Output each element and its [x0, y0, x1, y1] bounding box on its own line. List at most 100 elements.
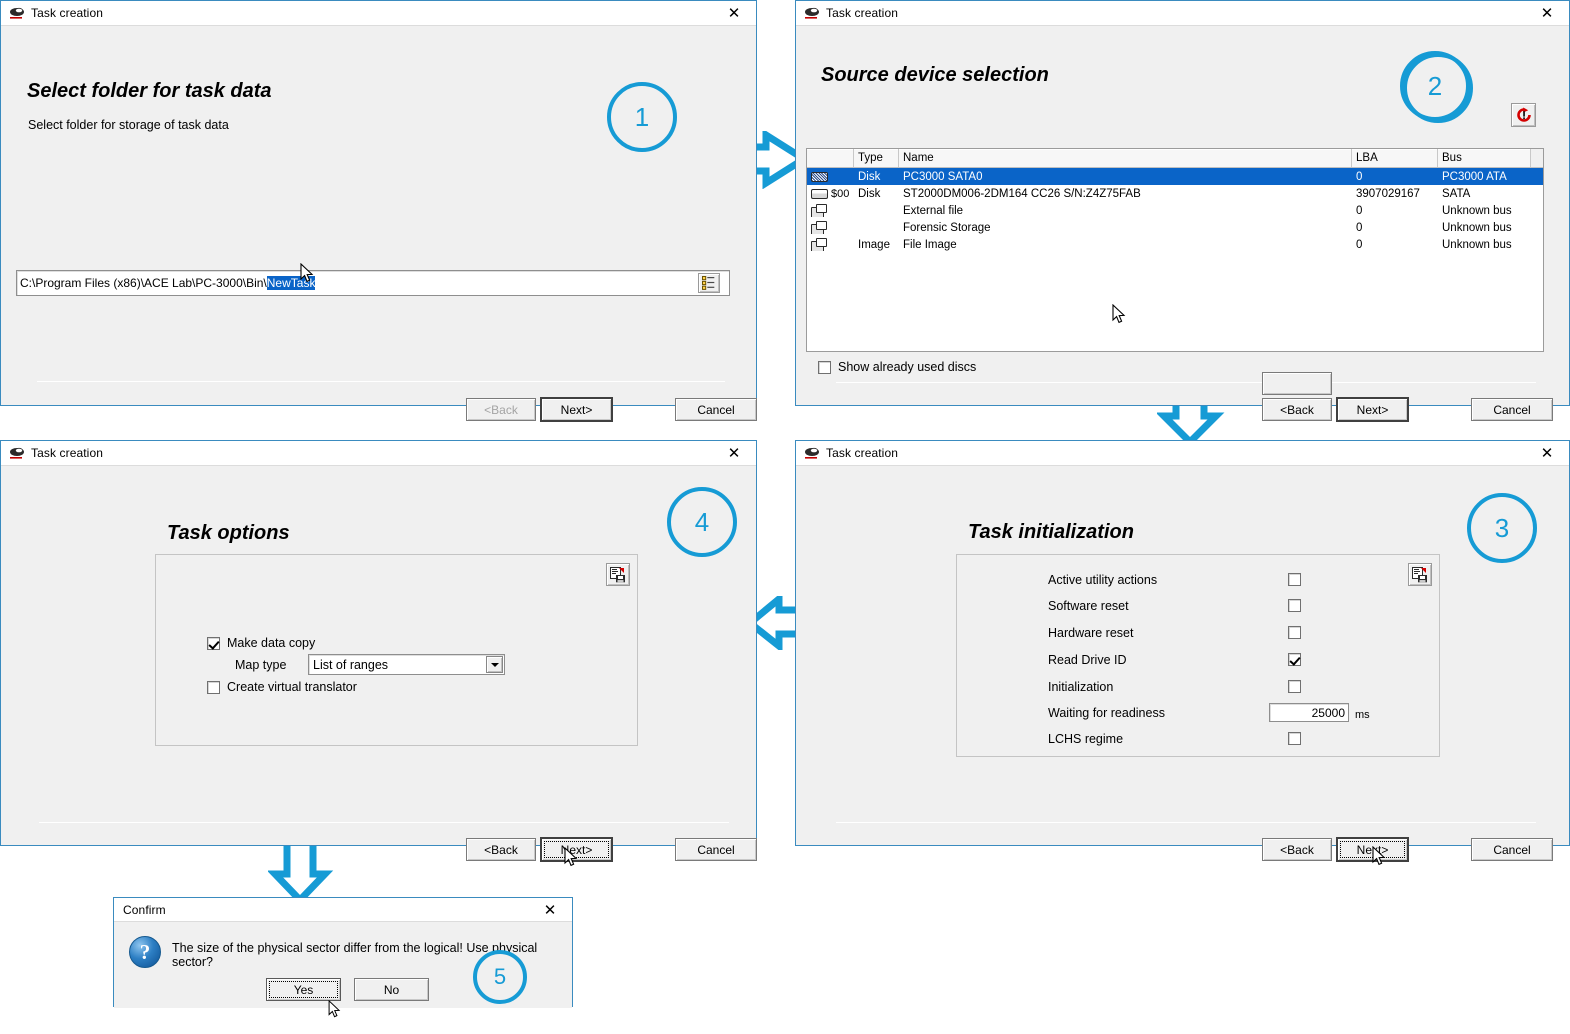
initialization-checkbox[interactable] [1288, 680, 1301, 693]
create-virtual-translator-checkbox[interactable] [207, 680, 220, 694]
waiting-for-readiness-input[interactable]: 25000 [1269, 703, 1349, 722]
map-type-dropdown[interactable]: List of ranges [308, 654, 505, 675]
window-select-folder[interactable]: Task creation ✕ Select folder for task d… [0, 0, 757, 422]
option-row-software-reset[interactable]: Software reset [957, 597, 1439, 623]
window-body: Task initialization Active utility actio… [796, 465, 1569, 866]
cell-name: File Image [903, 238, 957, 251]
device-list[interactable]: Type Name LBA Bus Disk PC3000 SATA0 0 PC… [806, 148, 1544, 352]
next-button-label: Next> [560, 402, 593, 417]
step-number: 4 [694, 506, 710, 537]
yes-button-label: Yes [293, 982, 314, 997]
column-header-name[interactable]: Name [899, 149, 1352, 167]
option-label: Hardware reset [1048, 626, 1134, 640]
software-reset-checkbox[interactable] [1288, 599, 1301, 612]
option-label: Initialization [1048, 680, 1114, 694]
table-row[interactable]: Disk PC3000 SATA0 0 PC3000 ATA [807, 168, 1543, 185]
next-button-label: Next> [560, 842, 593, 857]
show-used-discs-checkbox[interactable] [818, 360, 831, 374]
task-init-group: Active utility actions Software reset Ha… [956, 554, 1440, 757]
back-button[interactable]: <Back [466, 838, 536, 861]
page-subtitle: Select folder for storage of task data [28, 118, 229, 132]
step-badge-3: 3 [1467, 493, 1537, 563]
cell-name: Forensic Storage [903, 221, 991, 234]
cell-bus: PC3000 ATA [1442, 170, 1507, 183]
cancel-button-label: Cancel [1493, 402, 1531, 417]
read-drive-id-checkbox[interactable] [1288, 653, 1301, 666]
hardware-reset-checkbox[interactable] [1288, 626, 1301, 639]
no-button-label: No [383, 982, 400, 997]
next-button[interactable]: Next> [1336, 837, 1409, 862]
no-button[interactable]: No [354, 978, 429, 1001]
step-number: 3 [1494, 512, 1510, 543]
column-header-bus[interactable]: Bus [1438, 149, 1531, 167]
close-icon[interactable]: ✕ [1525, 1, 1569, 25]
titlebar: Task creation ✕ [1, 1, 756, 25]
option-row-lchs-regime[interactable]: LCHS regime [957, 730, 1439, 756]
disk-plain-icon [811, 188, 828, 199]
step-badge-5: 5 [473, 950, 527, 1004]
make-data-copy-checkbox[interactable] [207, 636, 220, 650]
next-button[interactable]: Next> [540, 837, 613, 862]
rescan-devices-button[interactable] [1511, 103, 1536, 127]
yes-button[interactable]: Yes [266, 978, 341, 1001]
titlebar: Task creation ✕ [1, 441, 756, 465]
table-row[interactable]: Forensic Storage 0 Unknown bus [807, 219, 1543, 236]
close-icon[interactable]: ✕ [1525, 441, 1569, 465]
close-icon[interactable]: ✕ [528, 898, 572, 922]
option-row-read-drive-id[interactable]: Read Drive ID [957, 651, 1439, 677]
save-preset-button[interactable] [606, 563, 630, 586]
next-button[interactable]: Next> [1336, 397, 1409, 422]
window-task-options[interactable]: Task creation ✕ Task options Make data c… [0, 440, 757, 867]
window-body: Select folder for task data Select folde… [1, 25, 757, 422]
table-row[interactable]: Image File Image 0 Unknown bus [807, 236, 1543, 253]
table-row[interactable]: $00 Disk ST2000DM006-2DM164 CC26 S/N:Z4Z… [807, 185, 1543, 202]
app-icon [9, 6, 25, 20]
active-utility-actions-checkbox[interactable] [1288, 573, 1301, 586]
back-button[interactable]: <Back [1262, 838, 1332, 861]
make-data-copy-row[interactable]: Make data copy [207, 636, 315, 650]
cell-lba: 0 [1356, 238, 1363, 251]
cell-name: ST2000DM006-2DM164 CC26 S/N:Z4Z75FAB [903, 187, 1141, 200]
cancel-button[interactable]: Cancel [675, 398, 757, 421]
column-header-icon[interactable] [807, 149, 854, 167]
cancel-button[interactable]: Cancel [675, 838, 757, 861]
cell-type: Disk [858, 187, 881, 200]
cell-bus: Unknown bus [1442, 204, 1512, 217]
column-header-lba[interactable]: LBA [1352, 149, 1438, 167]
option-label: Read Drive ID [1048, 653, 1127, 667]
task-folder-path-input[interactable]: C:\Program Files (x86)\ACE Lab\PC-3000\B… [16, 270, 730, 296]
cancel-button[interactable]: Cancel [1471, 838, 1553, 861]
cell-type: Image [858, 238, 890, 251]
browse-folder-button[interactable] [698, 273, 720, 293]
chevron-down-icon[interactable] [486, 656, 503, 673]
close-icon[interactable]: ✕ [712, 1, 756, 25]
map-type-label: Map type [235, 658, 287, 672]
cell-lba: 0 [1356, 204, 1363, 217]
column-header-type[interactable]: Type [854, 149, 899, 167]
cancel-button[interactable]: Cancel [1471, 398, 1553, 421]
create-virtual-translator-row[interactable]: Create virtual translator [207, 680, 357, 694]
back-button[interactable] [1262, 372, 1332, 395]
back-button[interactable]: <Back [466, 398, 536, 421]
file-device-icon [811, 204, 827, 217]
page-title: Select folder for task data [27, 80, 272, 102]
footer-divider [37, 381, 725, 382]
step-number: 5 [493, 964, 507, 989]
path-selected-text: NewTask [266, 276, 316, 290]
lchs-regime-checkbox[interactable] [1288, 732, 1301, 745]
app-icon [804, 446, 820, 460]
window-title: Task creation [826, 446, 898, 460]
option-row-hardware-reset[interactable]: Hardware reset [957, 624, 1439, 650]
close-icon[interactable]: ✕ [712, 441, 756, 465]
back-button[interactable]: <Back [1262, 398, 1332, 421]
next-button[interactable]: Next> [540, 397, 613, 422]
page-title: Source device selection [821, 64, 1049, 86]
cancel-button-label: Cancel [697, 402, 735, 417]
lchs-regime-label: LCHS regime [1048, 732, 1124, 746]
show-used-discs-row[interactable]: Show already used discs [818, 360, 976, 374]
option-row-initialization[interactable]: Initialization [957, 678, 1439, 704]
table-row[interactable]: External file 0 Unknown bus [807, 202, 1543, 219]
option-row-active-utility-actions[interactable]: Active utility actions [957, 571, 1439, 597]
option-row-waiting-for-readiness[interactable]: Waiting for readiness 25000 ms [957, 703, 1439, 729]
window-task-initialization[interactable]: Task creation ✕ Task initialization Acti… [795, 440, 1570, 866]
